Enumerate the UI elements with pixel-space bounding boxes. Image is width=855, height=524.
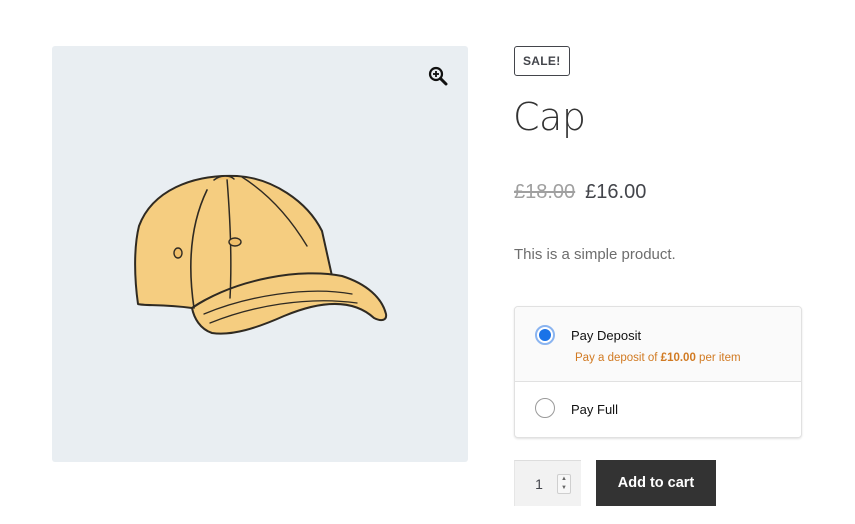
pay-deposit-radio[interactable] xyxy=(535,325,555,345)
pay-full-option[interactable]: Pay Full xyxy=(515,382,801,437)
pay-full-radio[interactable] xyxy=(535,398,555,418)
quantity-input[interactable]: 1 ▲ ▼ xyxy=(514,460,581,506)
stepper-up-icon[interactable]: ▲ xyxy=(558,475,570,484)
product-gallery xyxy=(52,46,468,462)
deposit-options: Pay Deposit Pay a deposit of £10.00 per … xyxy=(514,306,802,438)
quantity-value[interactable]: 1 xyxy=(515,461,563,507)
deposit-note: Pay a deposit of £10.00 per item xyxy=(575,352,741,364)
quantity-stepper[interactable]: ▲ ▼ xyxy=(557,474,571,494)
pay-deposit-label[interactable]: Pay Deposit xyxy=(571,327,641,345)
sale-price: £16.00 xyxy=(585,181,647,203)
short-description: This is a simple product. xyxy=(514,246,676,263)
regular-price: £18.00 xyxy=(514,181,576,203)
sale-badge: SALE! xyxy=(514,46,570,76)
stepper-down-icon[interactable]: ▼ xyxy=(558,484,570,493)
add-to-cart-button[interactable]: Add to cart xyxy=(596,460,716,506)
deposit-amount: £10.00 xyxy=(660,352,696,364)
zoom-icon[interactable] xyxy=(428,66,448,86)
pay-full-label[interactable]: Pay Full xyxy=(571,401,618,419)
pay-deposit-option[interactable]: Pay Deposit Pay a deposit of £10.00 per … xyxy=(515,307,801,382)
product-price: £18.00 £16.00 xyxy=(514,178,646,206)
cap-product-image[interactable] xyxy=(132,171,442,386)
product-title: Cap xyxy=(513,95,586,139)
